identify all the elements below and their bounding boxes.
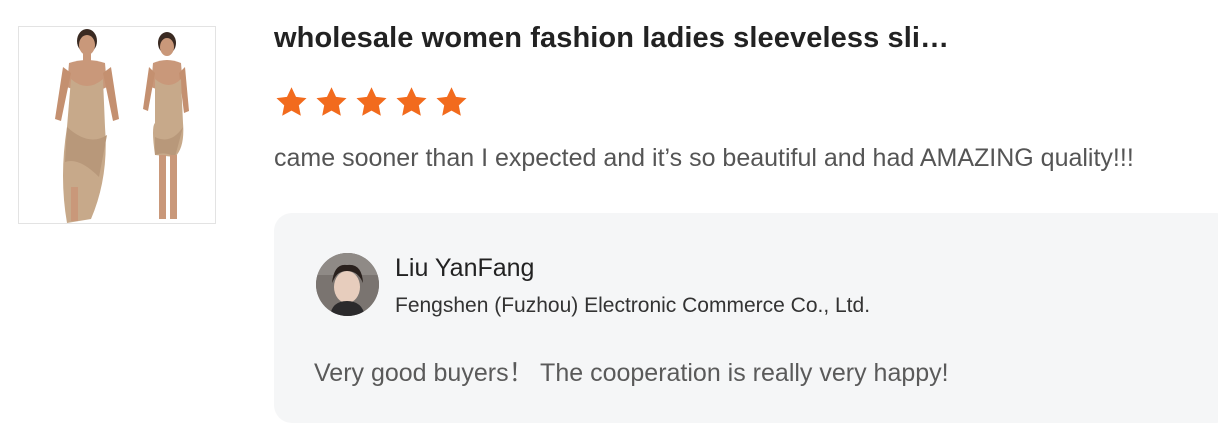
- seller-reply-panel: Liu YanFang Fengshen (Fuzhou) Electronic…: [274, 213, 1218, 423]
- star-rating: [274, 85, 469, 120]
- seller-name: Liu YanFang: [395, 254, 535, 282]
- avatar-photo: [316, 253, 379, 316]
- review-text: came sooner than I expected and it’s so …: [274, 144, 1134, 172]
- product-title[interactable]: wholesale women fashion ladies sleeveles…: [274, 22, 949, 55]
- star-icon: [316, 87, 347, 116]
- seller-reply-text: Very good buyers！ The cooperation is rea…: [314, 359, 949, 387]
- star-icon: [396, 87, 427, 116]
- seller-avatar: [316, 253, 379, 316]
- seller-company[interactable]: Fengshen (Fuzhou) Electronic Commerce Co…: [395, 294, 870, 318]
- star-icon: [436, 87, 467, 116]
- product-image: [19, 27, 215, 223]
- star-icon: [276, 87, 307, 116]
- star-icon: [356, 87, 387, 116]
- product-thumbnail[interactable]: [18, 26, 216, 224]
